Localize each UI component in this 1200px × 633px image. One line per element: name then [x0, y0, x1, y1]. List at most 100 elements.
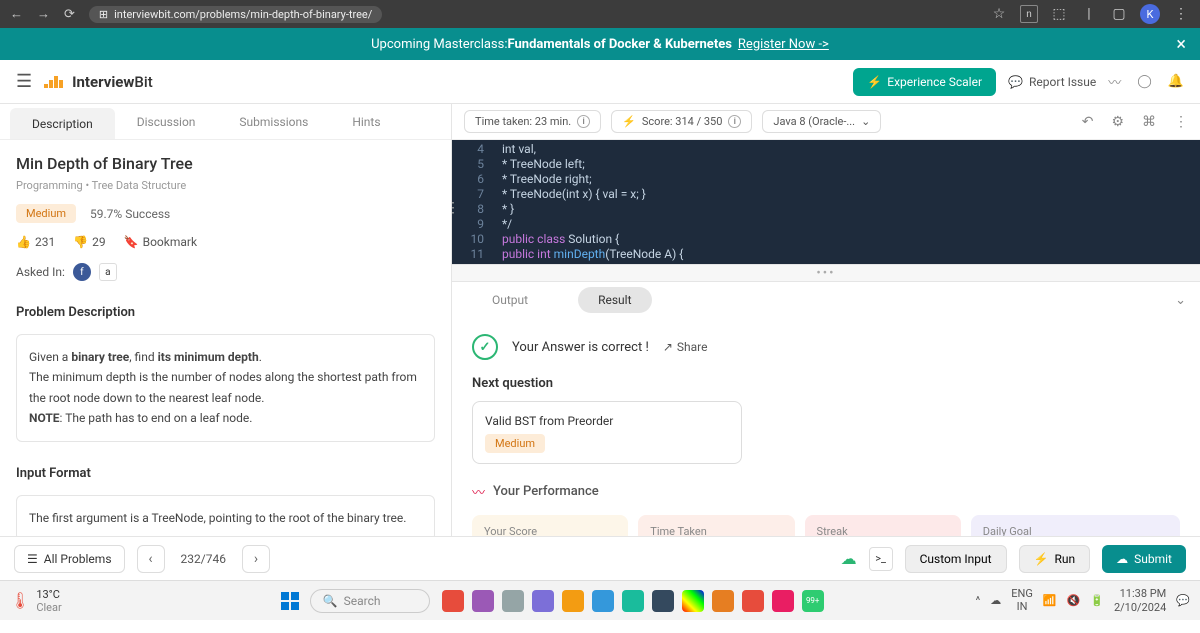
difficulty-badge: Medium — [16, 204, 76, 223]
taskbar-brave[interactable] — [712, 590, 734, 612]
tray-chevron-icon[interactable]: ^ — [976, 594, 981, 607]
taskbar-app-7[interactable] — [622, 590, 644, 612]
battery-icon[interactable]: 🔋 — [1090, 594, 1104, 607]
taskbar-badge[interactable]: 99+ — [802, 590, 824, 612]
extensions-icon[interactable]: ⬚ — [1050, 5, 1068, 23]
taskbar-app-10[interactable] — [772, 590, 794, 612]
experience-scaler-button[interactable]: ⚡ Experience Scaler — [853, 68, 996, 96]
time-card: Time Taken 🕐23 min. — [638, 515, 794, 536]
tray-cloud-icon[interactable]: ☁ — [990, 594, 1001, 607]
reload-icon[interactable]: ⟳ — [64, 7, 75, 22]
more-icon[interactable]: ⋮ — [1174, 114, 1188, 130]
language-select[interactable]: Java 8 (Oracle-...⌄ — [762, 110, 881, 133]
bolt-icon: ⚡ — [622, 115, 636, 128]
resize-handle-icon[interactable]: ⋮ — [446, 200, 460, 216]
url-bar[interactable]: ⊞ interviewbit.com/problems/min-depth-of… — [89, 6, 382, 23]
settings-icon[interactable]: ⚙ — [1111, 114, 1124, 130]
tab-discussion[interactable]: Discussion — [115, 104, 218, 139]
taskbar-app-6[interactable] — [592, 590, 614, 612]
problem-tabs: Description Discussion Submissions Hints — [0, 104, 451, 140]
taskbar-app-3[interactable] — [502, 590, 524, 612]
banner-prefix: Upcoming Masterclass: — [371, 37, 507, 52]
list-icon: ☰ — [27, 552, 38, 566]
logo-text-2: Bit — [134, 73, 152, 91]
next-question-card[interactable]: Valid BST from Preorder Medium — [472, 401, 742, 464]
tab-submissions[interactable]: Submissions — [217, 104, 330, 139]
tab-result[interactable]: Result — [578, 287, 651, 313]
back-icon[interactable]: ← — [10, 6, 23, 22]
volume-icon[interactable]: 🔇 — [1067, 594, 1081, 607]
banner-cta-link[interactable]: Register Now -> — [738, 37, 829, 52]
taskbar-app-9[interactable] — [742, 590, 764, 612]
code-toolbar: Time taken: 23 min.i ⚡Score: 314 / 350i … — [452, 104, 1200, 140]
share-button[interactable]: ↗Share — [663, 340, 708, 354]
bottom-bar: ☰ All Problems ‹ 232/746 › ☁ >_ Custom I… — [0, 536, 1200, 580]
horizontal-resize-handle[interactable]: ••• — [452, 264, 1200, 282]
app-header: ☰ InterviewBit ⚡ Experience Scaler 💬 Rep… — [0, 60, 1200, 104]
tab-hints[interactable]: Hints — [330, 104, 402, 139]
activity-icon[interactable]: 〰 — [1108, 72, 1121, 91]
clock[interactable]: 11:38 PM2/10/2024 — [1114, 587, 1166, 613]
tab-counter[interactable]: n — [1020, 5, 1038, 23]
downvote-button[interactable]: 👎29 — [73, 235, 105, 249]
goal-card: Daily Goal 🎯314 / 200 — [971, 515, 1180, 536]
menu-icon[interactable]: ⋮ — [1172, 5, 1190, 23]
chevron-down-icon[interactable]: ⌄ — [1175, 293, 1186, 308]
submit-button[interactable]: ☁Submit — [1102, 545, 1186, 573]
start-button[interactable] — [278, 589, 302, 613]
profile-avatar[interactable]: K — [1140, 4, 1160, 24]
tab-output[interactable]: Output — [472, 287, 548, 313]
all-problems-button[interactable]: ☰ All Problems — [14, 545, 125, 573]
logo-text-1: Interview — [72, 73, 134, 91]
app-icon[interactable]: ▢ — [1110, 5, 1128, 23]
keyboard-icon[interactable]: ⌘ — [1142, 114, 1156, 130]
undo-icon[interactable]: ↶ — [1082, 114, 1094, 130]
facebook-icon[interactable]: f — [73, 263, 91, 281]
breadcrumb: Programming • Tree Data Structure — [16, 179, 435, 192]
run-button[interactable]: ⚡Run — [1019, 545, 1091, 573]
banner-close-icon[interactable]: × — [1176, 34, 1186, 55]
asked-in-label: Asked In: — [16, 265, 65, 279]
report-issue-button[interactable]: 💬 Report Issue — [1008, 75, 1096, 89]
taskbar-app-1[interactable] — [442, 590, 464, 612]
taskbar-app-2[interactable] — [472, 590, 494, 612]
taskbar-search[interactable]: 🔍Search — [310, 589, 430, 613]
tab-description[interactable]: Description — [10, 108, 115, 139]
upvote-button[interactable]: 👍231 — [16, 235, 55, 249]
next-question-title: Valid BST from Preorder — [485, 414, 729, 428]
experience-label: Experience Scaler — [887, 75, 982, 89]
info-icon[interactable]: i — [577, 115, 590, 128]
taskbar-app-5[interactable] — [562, 590, 584, 612]
terminal-icon[interactable]: >_ — [869, 547, 893, 571]
wifi-icon[interactable]: 📶 — [1043, 594, 1057, 607]
taskbar-app-4[interactable] — [532, 590, 554, 612]
sync-icon[interactable]: ☁ — [841, 549, 857, 568]
logo-icon — [44, 74, 66, 90]
correct-message: Your Answer is correct ! — [512, 340, 649, 355]
user-icon[interactable]: ◯ — [1137, 74, 1152, 89]
custom-input-button[interactable]: Custom Input — [905, 545, 1007, 573]
star-icon[interactable]: ☆ — [990, 5, 1008, 23]
search-icon: 🔍 — [323, 594, 338, 608]
bookmark-button[interactable]: 🔖Bookmark — [124, 235, 197, 249]
next-difficulty-badge: Medium — [485, 434, 545, 453]
url-text: interviewbit.com/problems/min-depth-of-b… — [114, 8, 372, 21]
code-editor[interactable]: 4567891011 int val, * TreeNode left; * T… — [452, 140, 1200, 264]
next-problem-button[interactable]: › — [242, 545, 270, 573]
info-icon[interactable]: i — [728, 115, 741, 128]
notifications-icon[interactable]: 💬 — [1176, 594, 1190, 607]
prev-problem-button[interactable]: ‹ — [137, 545, 165, 573]
bell-icon[interactable]: 🔔 — [1168, 74, 1184, 89]
amazon-icon[interactable]: a — [99, 263, 117, 281]
cloud-upload-icon: ☁ — [1116, 552, 1128, 566]
logo[interactable]: InterviewBit — [44, 73, 153, 91]
performance-heading: 〰Your Performance — [472, 482, 1180, 501]
score-card: Your Score ⚡314 — [472, 515, 628, 536]
taskbar-app-8[interactable] — [652, 590, 674, 612]
next-question-heading: Next question — [472, 376, 1180, 391]
weather-widget[interactable]: 🌡 13°CClear — [10, 588, 62, 614]
forward-icon[interactable]: → — [37, 6, 50, 22]
hamburger-icon[interactable]: ☰ — [16, 71, 32, 92]
check-circle-icon: ✓ — [472, 334, 498, 360]
taskbar-chrome[interactable] — [682, 590, 704, 612]
